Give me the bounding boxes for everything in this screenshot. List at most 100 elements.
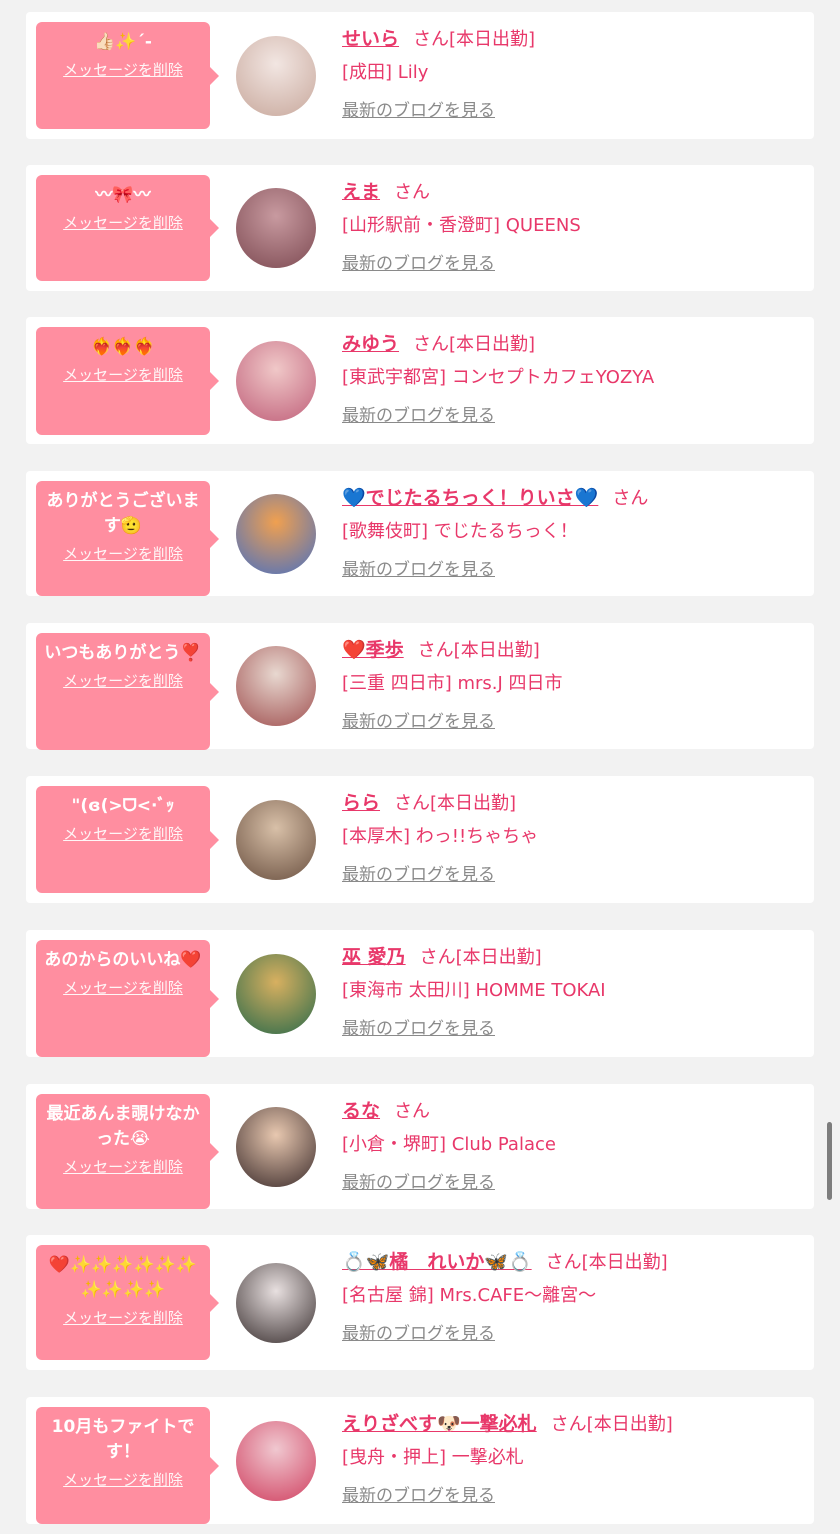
honorific: さん bbox=[545, 1252, 582, 1273]
message-text: 👍🏻✨´- bbox=[94, 32, 152, 52]
work-status: [本日出勤] bbox=[449, 334, 536, 355]
delete-message-link[interactable]: メッセージを削除 bbox=[63, 823, 183, 844]
name-line: ❤️季歩 さん[本日出勤] bbox=[342, 635, 804, 665]
message-bubble: 〰🎀〰メッセージを削除 bbox=[36, 175, 219, 281]
message-card: 最近あんま覗けなかった😭 メッセージを削除 るな さん [小倉・堺町] Club Pal… bbox=[26, 1084, 814, 1209]
girl-name-link[interactable]: 💍🦋橘 れいか🦋💍 bbox=[342, 1251, 532, 1273]
avatar[interactable] bbox=[236, 799, 316, 880]
name-line: みゆう さん[本日出勤] bbox=[342, 329, 804, 359]
message-text: いつもありがとう❣️ bbox=[44, 643, 202, 663]
shop-name: [東武宇都宮] コンセプトカフェYOZYA bbox=[342, 367, 655, 388]
latest-blog-link[interactable]: 最新のブログを見る bbox=[342, 707, 495, 732]
girl-name-link[interactable]: えま bbox=[342, 181, 380, 203]
avatar[interactable] bbox=[236, 340, 316, 421]
girl-info: えりざべす🐶一撃必札 さん[本日出勤] [曳舟・押上] 一撃必札 最新のブログを見る bbox=[342, 1409, 804, 1506]
name-line: 巫 愛乃 さん[本日出勤] bbox=[342, 942, 804, 972]
girl-name-link[interactable]: みゆう bbox=[342, 333, 399, 355]
girl-name-link[interactable]: 巫 愛乃 bbox=[342, 946, 406, 968]
delete-message-link[interactable]: メッセージを削除 bbox=[63, 670, 183, 691]
name-line: 💍🦋橘 れいか🦋💍 さん[本日出勤] bbox=[342, 1247, 804, 1277]
message-bubble: いつもありがとう❣️ メッセージを削除 bbox=[36, 633, 219, 750]
latest-blog-link[interactable]: 最新のブログを見る bbox=[342, 1481, 495, 1506]
delete-message-link[interactable]: メッセージを削除 bbox=[63, 1307, 183, 1328]
message-card: いつもありがとう❣️ メッセージを削除 ❤️季歩 さん[本日出勤] [三重 四日市] m… bbox=[26, 623, 814, 750]
girl-info: えま さん [山形駅前・香澄町] QUEENS 最新のブログを見る bbox=[342, 177, 804, 274]
message-bubble: ❤️‍🔥❤️‍🔥❤️‍🔥 メッセージを削除 bbox=[36, 327, 219, 435]
name-line: えま さん bbox=[342, 177, 804, 207]
avatar[interactable] bbox=[236, 1262, 316, 1343]
latest-blog-link[interactable]: 最新のブログを見る bbox=[342, 1168, 495, 1193]
message-bubble: ❤️✨✨✨✨✨✨✨✨✨✨ メッセージを削除 bbox=[36, 1245, 219, 1360]
honorific: さん bbox=[417, 640, 454, 661]
avatar[interactable] bbox=[236, 953, 316, 1034]
honorific: さん bbox=[550, 1414, 587, 1435]
girl-info: 💍🦋橘 れいか🦋💍 さん[本日出勤] [名古屋 錦] Mrs.CAFE〜離宮〜 最新の… bbox=[342, 1247, 804, 1344]
delete-message-link[interactable]: メッセージを削除 bbox=[63, 977, 183, 998]
avatar[interactable] bbox=[236, 1106, 316, 1187]
delete-message-link[interactable]: メッセージを削除 bbox=[63, 59, 183, 80]
latest-blog-link[interactable]: 最新のブログを見る bbox=[342, 96, 495, 121]
girl-name-link[interactable]: るな bbox=[342, 1100, 380, 1122]
message-card: ❤️✨✨✨✨✨✨✨✨✨✨ メッセージを削除 💍🦋橘 れいか🦋💍 さん[本日出勤] [名古… bbox=[26, 1235, 814, 1370]
avatar[interactable] bbox=[236, 1420, 316, 1501]
message-text: 最近あんま覗けなかった😭 bbox=[46, 1104, 200, 1149]
delete-message-link[interactable]: メッセージを削除 bbox=[63, 212, 183, 233]
name-line: るな さん bbox=[342, 1096, 804, 1126]
honorific: さん bbox=[413, 334, 450, 355]
delete-message-link[interactable]: メッセージを削除 bbox=[63, 543, 183, 564]
message-text: あのからのいいね❤️ bbox=[44, 950, 202, 970]
girl-name-link[interactable]: えりざべす🐶一撃必札 bbox=[342, 1413, 537, 1435]
shop-name: [成田] Lily bbox=[342, 62, 429, 83]
girl-name-link[interactable]: ❤️季歩 bbox=[342, 639, 404, 661]
latest-blog-link[interactable]: 最新のブログを見る bbox=[342, 555, 495, 580]
shop-name: [歌舞伎町] でじたるちっく！ bbox=[342, 521, 578, 542]
message-text: 〰🎀〰 bbox=[95, 185, 151, 205]
girl-info: 💙でじたるちっく！りいさ💙 さん [歌舞伎町] でじたるちっく！ 最新のブログを見る bbox=[342, 483, 804, 580]
message-card: "(ɞ(>ᗜ<·ﾞｯ メッセージを削除 らら さん[本日出勤] [本厚木] わっ!!ちゃ… bbox=[26, 776, 814, 903]
avatar[interactable] bbox=[236, 646, 316, 726]
girl-name-link[interactable]: らら bbox=[342, 792, 380, 814]
girl-info: 巫 愛乃 さん[本日出勤] [東海市 太田川] HOMME TOKAI 最新のブログを… bbox=[342, 942, 804, 1039]
message-bubble: 10月もファイトです！ メッセージを削除 bbox=[36, 1407, 219, 1524]
avatar[interactable] bbox=[236, 35, 316, 116]
girl-info: るな さん [小倉・堺町] Club Palace 最新のブログを見る bbox=[342, 1096, 804, 1193]
message-text: 10月もファイトです！ bbox=[51, 1417, 195, 1462]
message-bubble: 👍🏻✨´- メッセージを削除 bbox=[36, 22, 219, 129]
work-status: [本日出勤] bbox=[586, 1414, 673, 1435]
scrollbar[interactable] bbox=[827, 1122, 832, 1200]
message-bubble: あのからのいいね❤️ メッセージを削除 bbox=[36, 940, 219, 1057]
latest-blog-link[interactable]: 最新のブログを見る bbox=[342, 1319, 495, 1344]
honorific: さん bbox=[413, 29, 450, 50]
delete-message-link[interactable]: メッセージを削除 bbox=[63, 1469, 183, 1490]
girl-info: ❤️季歩 さん[本日出勤] [三重 四日市] mrs.J 四日市最新のブログを見る bbox=[342, 635, 804, 732]
girl-name-link[interactable]: せいら bbox=[342, 28, 399, 50]
avatar[interactable] bbox=[236, 493, 316, 574]
message-card: 👍🏻✨´- メッセージを削除 せいら さん[本日出勤] [成田] Lily 最新のブログを… bbox=[26, 12, 814, 139]
message-text: "(ɞ(>ᗜ<·ﾞｯ bbox=[71, 796, 175, 816]
shop-name: [山形駅前・香澄町] QUEENS bbox=[342, 215, 581, 236]
shop-name: [小倉・堺町] Club Palace bbox=[342, 1134, 556, 1155]
work-status: [本日出勤] bbox=[581, 1252, 668, 1273]
message-card: 10月もファイトです！ メッセージを削除 えりざべす🐶一撃必札 さん[本日出勤] [曳舟… bbox=[26, 1397, 814, 1524]
latest-blog-link[interactable]: 最新のブログを見る bbox=[342, 401, 495, 426]
message-text: ❤️✨✨✨✨✨✨✨✨✨✨ bbox=[48, 1255, 198, 1300]
message-bubble: "(ɞ(>ᗜ<·ﾞｯ メッセージを削除 bbox=[36, 786, 219, 893]
avatar[interactable] bbox=[236, 188, 316, 268]
latest-blog-link[interactable]: 最新のブログを見る bbox=[342, 249, 495, 274]
girl-name-link[interactable]: 💙でじたるちっく！りいさ💙 bbox=[342, 487, 598, 509]
shop-name: [三重 四日市] mrs.J 四日市 bbox=[342, 673, 563, 694]
message-card: ❤️‍🔥❤️‍🔥❤️‍🔥 メッセージを削除 みゆう さん[本日出勤] [東武宇都宮] コ… bbox=[26, 317, 814, 444]
message-card: 〰🎀〰メッセージを削除 えま さん [山形駅前・香澄町] QUEENS 最新のブログを見… bbox=[26, 165, 814, 291]
honorific: さん bbox=[612, 488, 649, 509]
latest-blog-link[interactable]: 最新のブログを見る bbox=[342, 1014, 495, 1039]
delete-message-link[interactable]: メッセージを削除 bbox=[63, 1156, 183, 1177]
message-text: ありがとうございます🫡 bbox=[46, 491, 200, 536]
delete-message-link[interactable]: メッセージを削除 bbox=[63, 364, 183, 385]
message-bubble: 最近あんま覗けなかった😭 メッセージを削除 bbox=[36, 1094, 219, 1209]
shop-name: [東海市 太田川] HOMME TOKAI bbox=[342, 980, 606, 1001]
latest-blog-link[interactable]: 最新のブログを見る bbox=[342, 860, 495, 885]
girl-info: せいら さん[本日出勤] [成田] Lily 最新のブログを見る bbox=[342, 24, 804, 121]
message-list: 👍🏻✨´- メッセージを削除 せいら さん[本日出勤] [成田] Lily 最新のブログを… bbox=[0, 0, 840, 1534]
name-line: えりざべす🐶一撃必札 さん[本日出勤] bbox=[342, 1409, 804, 1439]
message-text: ❤️‍🔥❤️‍🔥❤️‍🔥 bbox=[91, 337, 155, 357]
